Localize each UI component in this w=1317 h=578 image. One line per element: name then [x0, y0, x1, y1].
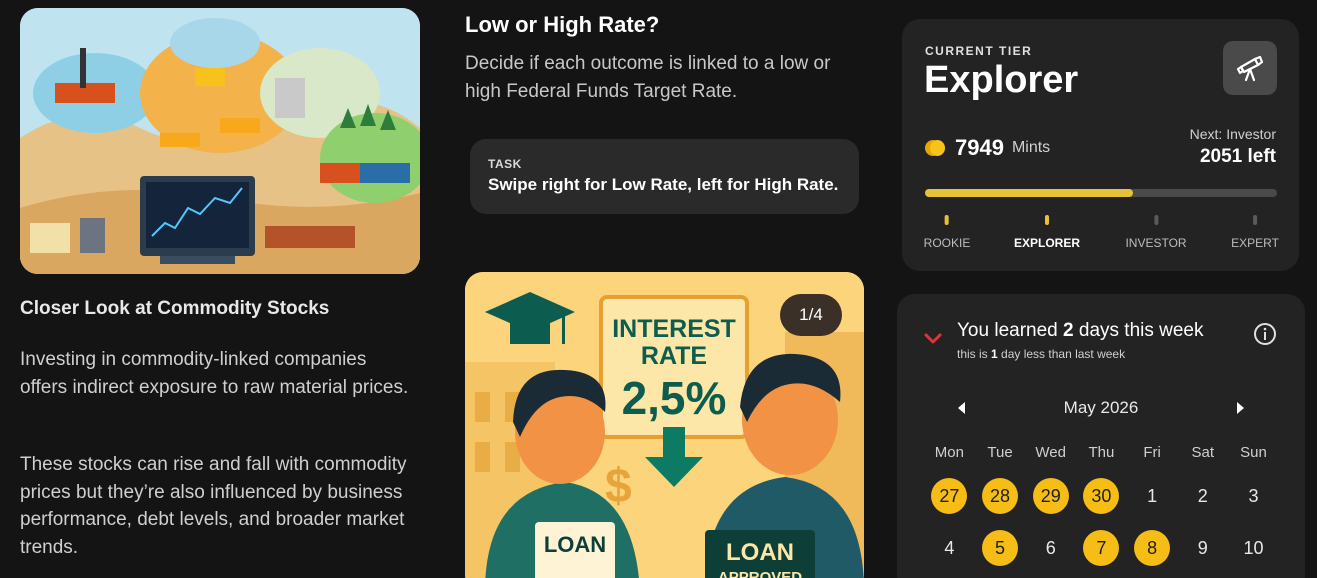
- tier-progress-fill: [925, 189, 1133, 197]
- tier-label: CURRENT TIER: [925, 44, 1033, 58]
- calendar-day-learned[interactable]: 29: [1032, 478, 1069, 514]
- weekday-label: Mon: [934, 444, 964, 461]
- approved-label: APPROVED: [718, 569, 802, 578]
- next-tier-label: Next: Investor: [1189, 126, 1276, 142]
- quiz-title: Low or High Rate?: [465, 12, 660, 37]
- learned-comparison: this is 1 day less than last week: [957, 347, 1126, 361]
- tier-name: Explorer: [924, 59, 1079, 101]
- calendar-day-learned[interactable]: 27: [931, 478, 968, 514]
- coin-icon: [925, 138, 945, 158]
- info-icon[interactable]: [1253, 322, 1277, 346]
- calendar-day[interactable]: 4: [931, 530, 967, 566]
- article-paragraph: Investing in commodity-linked companies …: [20, 349, 409, 398]
- calendar-day[interactable]: 6: [1033, 530, 1069, 566]
- swipe-card[interactable]: INTEREST RATE 2,5% $ LOAN LOAN APPROVED …: [465, 272, 864, 578]
- calendar-day[interactable]: 9: [1185, 530, 1221, 566]
- calendar-day-learned[interactable]: 5: [982, 530, 1019, 566]
- learned-summary: You learned 2 days this week: [957, 320, 1204, 341]
- chevron-right-icon[interactable]: [1233, 400, 1247, 416]
- rate-value: 2,5%: [622, 372, 727, 424]
- sign-line2: RATE: [641, 342, 707, 370]
- mints-unit: Mints: [1011, 139, 1051, 156]
- sign-line1: INTEREST: [612, 315, 736, 343]
- calendar-day-learned[interactable]: 7: [1083, 530, 1120, 566]
- calendar-days: 27 28 29 30 1 2 3 4 5 6 7 8 9 10: [924, 478, 1279, 566]
- weekday-label: Sun: [1240, 444, 1267, 461]
- weekday-label: Tue: [987, 444, 1013, 461]
- mints-left: 2051 left: [1199, 146, 1276, 167]
- task-card: TASK Swipe right for Low Rate, left for …: [470, 139, 859, 214]
- tier-card: CURRENT TIER Explorer 7949 Mints Next: I…: [902, 19, 1299, 271]
- calendar-day[interactable]: 10: [1235, 530, 1271, 566]
- article-paragraph: These stocks can rise and fall with comm…: [20, 454, 407, 558]
- calendar-day-learned[interactable]: 30: [1083, 478, 1120, 514]
- tier-step-rookie: ROOKIE: [924, 215, 970, 250]
- calendar-day-learned[interactable]: 28: [982, 478, 1019, 514]
- tier-progress-bar: [925, 189, 1277, 197]
- article-title: Closer Look at Commodity Stocks: [20, 298, 330, 319]
- commodity-illustration: [20, 8, 420, 274]
- loan-approved-label: LOAN: [726, 539, 794, 566]
- loan-label: LOAN: [544, 532, 606, 557]
- calendar-day[interactable]: 3: [1235, 478, 1271, 514]
- task-text: Swipe right for Low Rate, left for High …: [488, 175, 839, 194]
- tier-step-explorer: EXPLORER: [1014, 215, 1080, 250]
- telescope-icon[interactable]: [1223, 41, 1277, 95]
- mints-value: 7949: [955, 135, 1004, 160]
- calendar-weekdays: Mon Tue Wed Thu Fri Sat Sun: [924, 444, 1279, 461]
- card-counter: 1/4: [780, 294, 842, 336]
- weekday-label: Fri: [1143, 444, 1161, 461]
- weekday-label: Wed: [1035, 444, 1066, 461]
- streak-card: You learned 2 days this week this is 1 d…: [897, 294, 1305, 578]
- tier-step-expert: EXPERT: [1231, 215, 1279, 250]
- chevron-down-icon: [924, 333, 942, 344]
- quiz-description: Decide if each outcome is linked to a lo…: [465, 53, 831, 102]
- weekday-label: Thu: [1088, 444, 1115, 461]
- calendar-day[interactable]: 2: [1185, 478, 1221, 514]
- calendar-day[interactable]: 1: [1134, 478, 1170, 514]
- calendar-day-learned[interactable]: 8: [1134, 530, 1171, 566]
- task-label: TASK: [488, 157, 522, 171]
- mints-balance: 7949 Mints: [925, 135, 1050, 161]
- tier-steps: ROOKIE EXPLORER INVESTOR EXPERT: [924, 215, 1279, 255]
- weekday-label: Sat: [1191, 444, 1215, 461]
- tier-step-investor: INVESTOR: [1125, 215, 1187, 250]
